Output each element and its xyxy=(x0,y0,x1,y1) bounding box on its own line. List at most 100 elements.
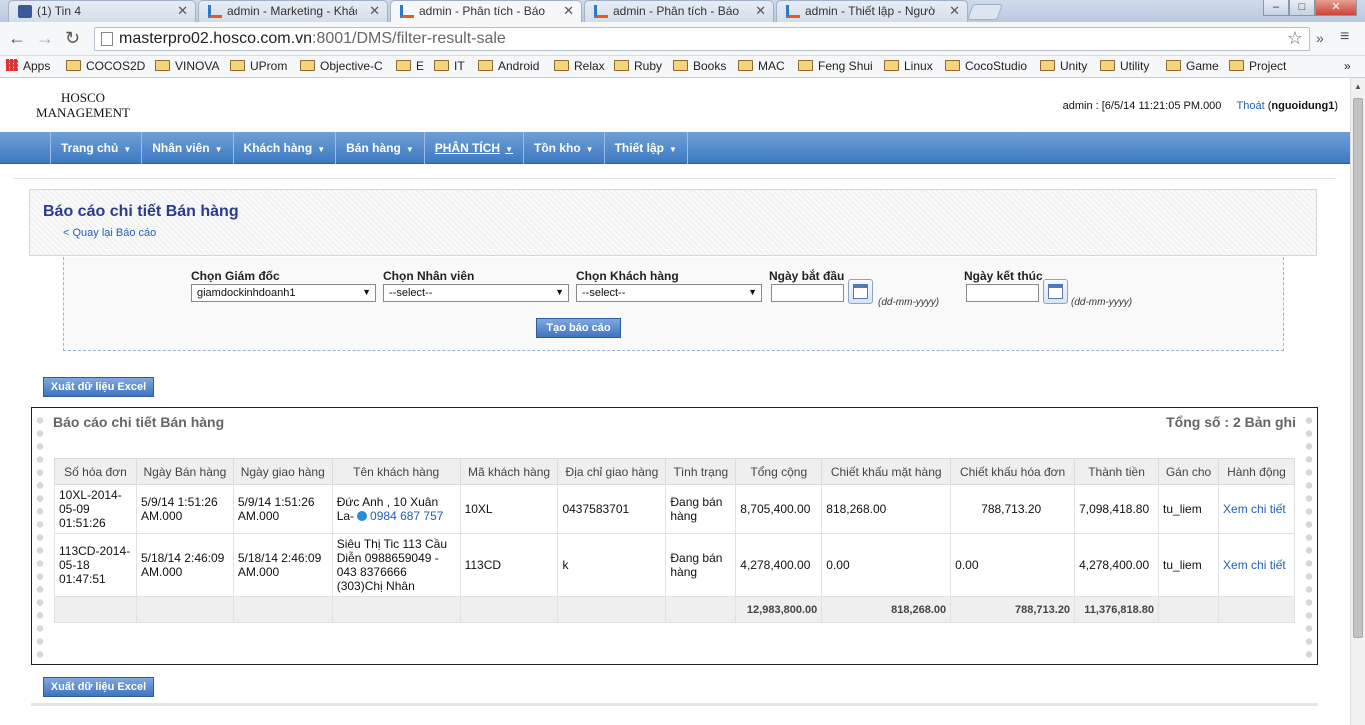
folder-icon xyxy=(738,60,753,71)
minimize-button[interactable]: – xyxy=(1263,0,1289,16)
dropdown-arrow-icon: ▼ xyxy=(362,287,371,297)
column-header[interactable]: Chiết khấu mặt hàng xyxy=(821,458,952,485)
skype-icon[interactable] xyxy=(357,511,368,521)
column-header[interactable]: Tình trạng xyxy=(665,458,737,485)
customer-label: Chọn Khách hàng xyxy=(576,269,679,283)
bookmark-apps[interactable]: Apps xyxy=(6,59,50,73)
browser-tab-analysis[interactable]: admin - Phân tích - Báo cá ✕ xyxy=(584,0,774,22)
address-bar[interactable]: masterpro02.hosco.com.vn:8001/DMS/filter… xyxy=(94,27,1310,51)
bookmark-folder[interactable]: VINOVA xyxy=(155,59,219,73)
director-select-value: giamdockinhdoanh1 xyxy=(197,287,296,299)
close-window-button[interactable]: ✕ xyxy=(1315,0,1357,16)
staff-select[interactable]: --select-- ▼ xyxy=(383,284,569,302)
view-detail-link[interactable]: Xem chi tiết xyxy=(1223,558,1286,572)
column-header[interactable]: Hành động xyxy=(1218,458,1295,485)
menu-customers[interactable]: Khách hàng ▼ xyxy=(234,132,337,164)
scrollbar-thumb[interactable] xyxy=(1353,98,1363,638)
column-header[interactable]: Thành tiền xyxy=(1074,458,1160,485)
phone-link[interactable]: 0984 687 757 xyxy=(370,509,443,523)
end-date-hint: (dd-mm-yyyy) xyxy=(1071,297,1133,308)
menu-staff[interactable]: Nhân viên ▼ xyxy=(142,132,234,164)
bookmark-folder[interactable]: Ruby xyxy=(614,59,662,73)
director-select[interactable]: giamdockinhdoanh1 ▼ xyxy=(191,284,376,302)
new-tab-button[interactable] xyxy=(967,4,1003,20)
column-header[interactable]: Tên khách hàng xyxy=(331,458,461,485)
start-date-input[interactable] xyxy=(771,284,844,302)
bookmark-folder[interactable]: Relax xyxy=(554,59,605,73)
delivery-date-cell: 5/9/14 1:51:26 AM.000 xyxy=(232,484,333,534)
column-header[interactable]: Chiết khấu hóa đơn xyxy=(950,458,1076,485)
bookmark-folder[interactable]: CocoStudio xyxy=(945,59,1027,73)
menu-inventory[interactable]: Tồn kho ▼ xyxy=(524,132,605,164)
menu-settings[interactable]: Thiết lập ▼ xyxy=(605,132,688,164)
column-header[interactable]: Mã khách hàng xyxy=(459,458,559,485)
app-icon xyxy=(786,5,800,18)
bookmark-folder[interactable]: Project xyxy=(1229,59,1286,73)
column-header[interactable]: Tổng cộng xyxy=(735,458,823,485)
close-icon[interactable]: ✕ xyxy=(563,3,574,19)
menu-sales[interactable]: Bán hàng ▼ xyxy=(336,132,425,164)
bookmarks-overflow[interactable]: » xyxy=(1344,59,1351,73)
folder-icon xyxy=(614,60,629,71)
end-date-label: Ngày kết thúc xyxy=(964,269,1043,283)
customer-select[interactable]: --select-- ▼ xyxy=(576,284,762,302)
bookmark-folder[interactable]: IT xyxy=(434,59,465,73)
column-header[interactable]: Địa chỉ giao hàng xyxy=(557,458,667,485)
star-icon[interactable]: ☆ xyxy=(1287,28,1303,49)
menu-analysis[interactable]: PHÂN TÍCH ▼ xyxy=(425,132,524,164)
bookmark-folder[interactable]: Objective-C xyxy=(300,59,383,73)
customer-select-value: --select-- xyxy=(582,287,626,299)
bookmark-folder[interactable]: UProm xyxy=(230,59,287,73)
close-icon[interactable]: ✕ xyxy=(755,3,766,19)
window-controls: – □ ✕ xyxy=(1263,0,1357,16)
bookmark-folder[interactable]: Books xyxy=(673,59,726,73)
close-icon[interactable]: ✕ xyxy=(369,3,380,19)
bookmark-folder[interactable]: Utility xyxy=(1100,59,1149,73)
start-date-calendar-button[interactable] xyxy=(848,279,873,304)
customer-name-cell: Đức Anh , 10 Xuân La- 0984 687 757 xyxy=(331,484,461,534)
browser-tab-settings[interactable]: admin - Thiết lập - Người ✕ xyxy=(776,0,968,22)
bookmark-folder[interactable]: COCOS2D xyxy=(66,59,145,73)
bookmark-folder[interactable]: Game xyxy=(1166,59,1219,73)
page-scrollbar[interactable]: ▲ xyxy=(1350,78,1365,725)
folder-icon xyxy=(434,60,449,71)
bookmark-folder[interactable]: Linux xyxy=(884,59,933,73)
back-arrow-icon[interactable]: ← xyxy=(8,28,26,49)
bookmark-folder[interactable]: MAC xyxy=(738,59,785,73)
folder-icon xyxy=(673,60,688,71)
scroll-up-icon[interactable]: ▲ xyxy=(1354,82,1362,91)
back-link[interactable]: < Quay lại Báo cáo xyxy=(63,227,156,239)
column-header[interactable]: Ngày Bán hàng xyxy=(135,458,234,485)
close-icon[interactable]: ✕ xyxy=(949,3,960,19)
close-icon[interactable]: ✕ xyxy=(177,3,188,19)
export-excel-button-top[interactable]: Xuất dữ liệu Excel xyxy=(43,377,154,397)
customer-code-cell: 10XL xyxy=(459,484,559,534)
browser-tab-active[interactable]: admin - Phân tích - Báo cá ✕ xyxy=(390,0,582,22)
column-header[interactable]: Số hóa đơn xyxy=(54,458,137,485)
column-header[interactable]: Ngày giao hàng xyxy=(232,458,333,485)
bookmark-folder[interactable]: Android xyxy=(478,59,539,73)
page-header-box: Báo cáo chi tiết Bán hàng < Quay lại Báo… xyxy=(29,189,1317,256)
forward-arrow-icon[interactable]: → xyxy=(36,28,54,49)
logout-link[interactable]: Thoát xyxy=(1237,100,1265,112)
view-detail-link[interactable]: Xem chi tiết xyxy=(1223,502,1286,516)
menu-home[interactable]: Trang chủ ▼ xyxy=(51,132,143,164)
sale-date-cell: 5/9/14 1:51:26 AM.000 xyxy=(135,484,234,534)
end-date-input[interactable] xyxy=(966,284,1039,302)
status-cell: Đang bán hàng xyxy=(665,484,737,534)
bookmark-folder[interactable]: Feng Shui xyxy=(798,59,873,73)
table-summary-row: 12,983,800.00 818,268.00 788,713.20 11,3… xyxy=(54,596,1295,623)
bookmark-folder[interactable]: E xyxy=(396,59,424,73)
reload-icon[interactable]: ↻ xyxy=(65,28,80,49)
column-header[interactable]: Gán cho xyxy=(1158,458,1220,485)
menu-icon[interactable]: ≡ xyxy=(1340,28,1349,46)
browser-tab-facebook[interactable]: (1) Tin 4 ✕ xyxy=(8,0,196,22)
export-excel-button-bottom[interactable]: Xuất dữ liệu Excel xyxy=(43,677,154,697)
extensions-chevron-icon[interactable]: » xyxy=(1316,30,1324,46)
bookmark-folder[interactable]: Unity xyxy=(1040,59,1087,73)
browser-tab-marketing[interactable]: admin - Marketing - Khách ✕ xyxy=(198,0,388,22)
end-date-calendar-button[interactable] xyxy=(1043,279,1068,304)
maximize-button[interactable]: □ xyxy=(1289,0,1315,16)
create-report-button[interactable]: Tạo báo cáo xyxy=(536,318,621,338)
facebook-icon xyxy=(18,5,32,18)
